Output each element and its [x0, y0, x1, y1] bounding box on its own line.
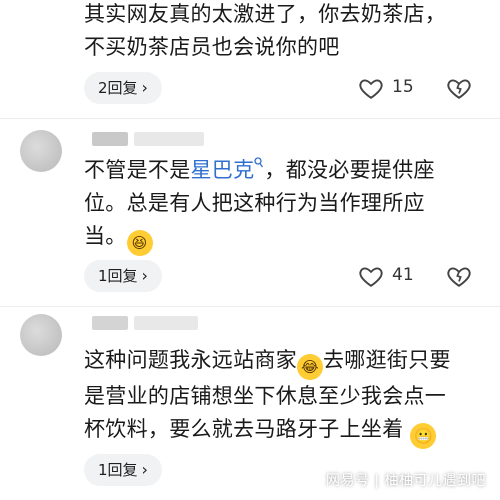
- reply-button[interactable]: 2回复 ›: [84, 72, 162, 104]
- laughing-face-icon: 😆: [126, 230, 153, 256]
- keyword-link[interactable]: 星巴克: [191, 157, 265, 182]
- like-icon[interactable]: [358, 75, 384, 101]
- reply-button[interactable]: 1回复 ›: [84, 454, 162, 486]
- like-icon[interactable]: [358, 263, 384, 289]
- username-blurred: [134, 316, 198, 330]
- comment-text: 其实网友真的太激进了，你去奶茶店， 不买奶茶店员也会说你的吧: [84, 2, 447, 59]
- avatar[interactable]: [20, 130, 62, 172]
- comment-text: 不管是不是星巴克 ，都没必要提供座 位。总是有人把这种行为当作理所应 当。 😆: [84, 154, 482, 256]
- crying-laughing-face-icon: 😂: [297, 354, 323, 380]
- grimacing-face-icon: 😬: [410, 423, 437, 449]
- watermark: 网易号 | 柚柚可儿遇到吧: [325, 473, 486, 489]
- comment-text: 这种问题我永远站商家 😂 去哪逛街只要 是营业的店铺想坐下休息至少我会点一 杯饮料，…: [84, 344, 482, 449]
- username-blurred: [92, 132, 128, 146]
- reply-button[interactable]: 1回复 ›: [84, 260, 162, 292]
- chevron-right-icon: ›: [141, 78, 148, 97]
- dislike-icon[interactable]: [446, 75, 472, 101]
- username-blurred: [134, 132, 204, 146]
- like-count: 15: [392, 77, 414, 97]
- avatar[interactable]: [20, 314, 62, 356]
- like-count: 41: [392, 265, 414, 285]
- chevron-right-icon: ›: [141, 460, 148, 479]
- comment-1: 其实网友真的太激进了，你去奶茶店， 不买奶茶店员也会说你的吧 2回复 › 15: [0, 0, 500, 110]
- dislike-icon[interactable]: [446, 263, 472, 289]
- username-blurred: [92, 316, 128, 330]
- comment-2: 不管是不是星巴克 ，都没必要提供座 位。总是有人把这种行为当作理所应 当。 😆 1回…: [0, 118, 500, 308]
- chevron-right-icon: ›: [141, 266, 148, 285]
- search-icon: [254, 157, 264, 168]
